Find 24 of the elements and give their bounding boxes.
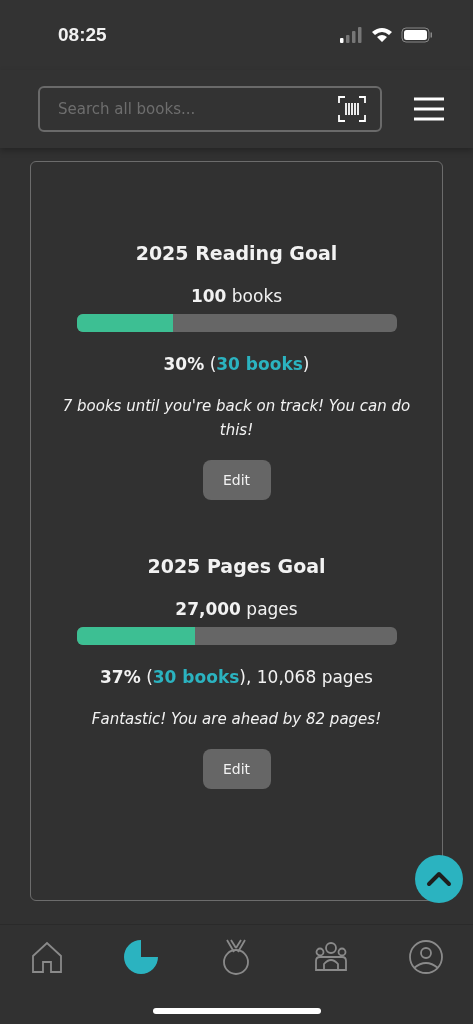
books-read-link[interactable]: 30 books	[216, 354, 303, 374]
progress-detail: ), 10,068 pages	[239, 667, 373, 687]
search-field[interactable]: Search all books...	[38, 86, 382, 132]
goal-message: Fantastic! You are ahead by 82 pages!	[91, 709, 382, 730]
menu-icon[interactable]	[414, 97, 444, 121]
chevron-up-icon	[426, 871, 452, 887]
progress-detail: )	[302, 354, 310, 374]
search-input[interactable]: Search all books...	[56, 99, 320, 119]
goal-target: 100 books	[190, 286, 283, 306]
barcode-icon[interactable]	[338, 96, 366, 122]
scroll-top-button[interactable]	[415, 855, 463, 903]
progress-percent: 30% (	[163, 354, 217, 374]
goal-title: 2025 Pages Goal	[147, 555, 326, 577]
goal-message: 7 books until you're back on track! You can do this!	[61, 396, 412, 441]
edit-button[interactable]: Edit	[202, 749, 271, 789]
progress-percent: 37% (	[100, 667, 153, 687]
status-time: 08:25	[58, 24, 107, 46]
signal-icon	[339, 27, 363, 43]
wifi-icon	[371, 27, 393, 43]
edit-button[interactable]: Edit	[202, 460, 271, 500]
goal-title: 2025 Reading Goal	[135, 242, 338, 264]
goal-target: 27,000 pages	[175, 599, 298, 619]
books-read-link[interactable]: 30 books	[152, 667, 240, 687]
battery-icon	[401, 27, 433, 43]
